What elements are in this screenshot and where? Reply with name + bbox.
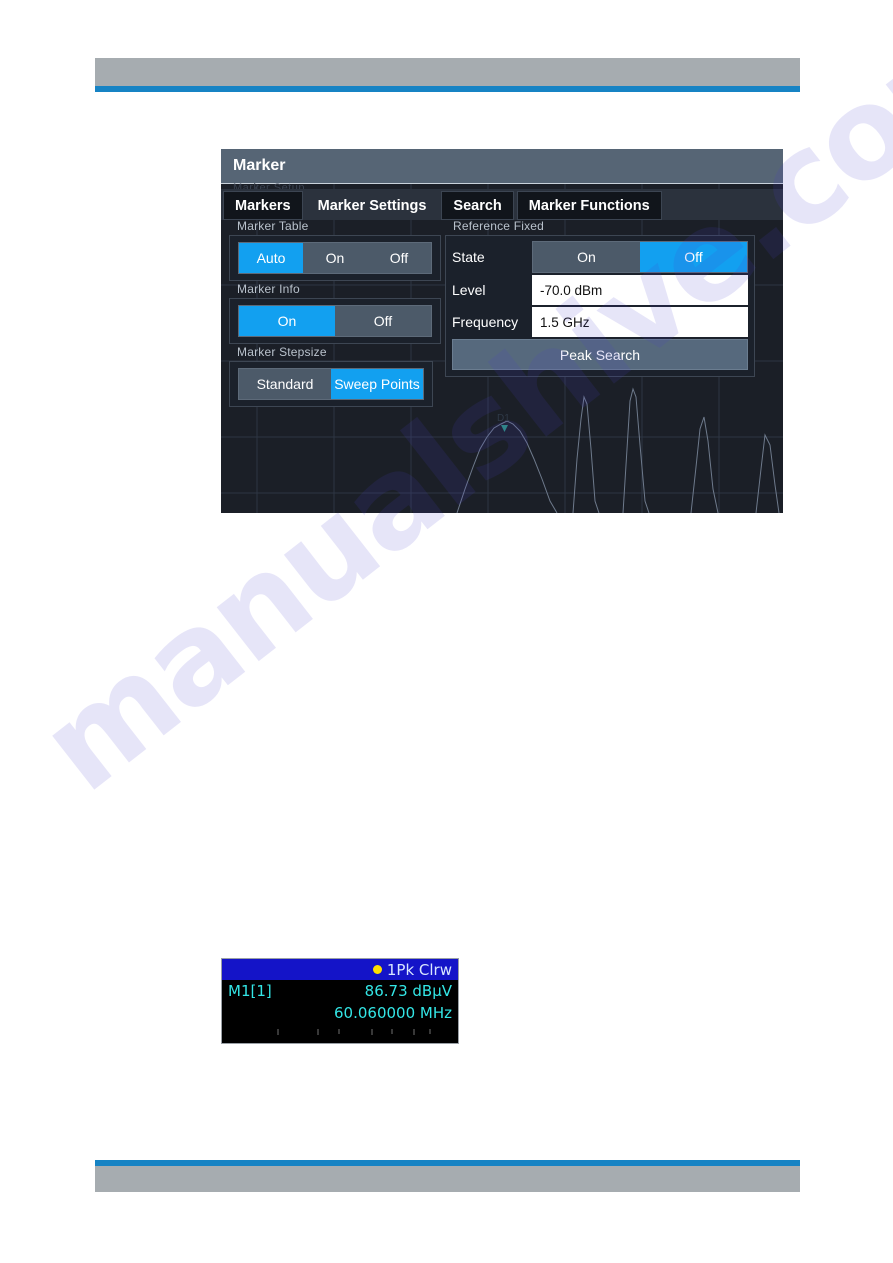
reference-fixed-level-input[interactable]: -70.0 dBm [532,275,748,305]
spectrum-spike-4 [755,433,780,513]
marker-triangle-icon [501,425,508,432]
reference-fixed-frequency-label: Frequency [452,314,519,330]
reference-fixed-frequency-value: 1.5 GHz [540,314,590,330]
marker-stepsize-option-sweep-points[interactable]: Sweep Points [331,369,423,399]
marker-table-option-auto-label: Auto [256,250,286,266]
page-footer-band [95,1166,800,1192]
tab-marker-functions[interactable]: Marker Functions [516,191,662,220]
marker-info-frequency-value: 60.060000 MHz [334,1004,452,1022]
marker-info-option-off[interactable]: Off [335,306,431,336]
marker-info-frequency-row: 60.060000 MHz [222,1002,458,1024]
reference-fixed-state-option-on-label: On [577,249,596,265]
tab-markers-label: Markers [235,197,291,214]
marker-info-level-value: 86.73 dBµV [364,982,452,1000]
peak-search-button-label: Peak Search [559,346,641,363]
marker-info-option-on-label: On [277,313,297,329]
marker-table-option-on-label: On [325,250,345,266]
marker-info-group: On Off [229,298,441,344]
spectrum-spike-1 [572,395,600,513]
left-settings-column: Marker Table Auto On Off Marker Info On … [229,218,441,407]
marker-table-option-on[interactable]: On [303,243,367,273]
marker-info-marker-name: M1[1] [228,982,272,1000]
tab-search[interactable]: Search [441,191,514,220]
marker-info-option-off-label: Off [373,313,393,329]
dialog-body: Marker Table Auto On Off Marker Info On … [221,218,783,407]
marker-info-trace-label: 1Pk Clrw [386,960,452,979]
marker-stepsize-option-standard[interactable]: Standard [239,369,331,399]
trace-color-dot-icon [372,965,382,974]
reference-fixed-frequency-input[interactable]: 1.5 GHz [532,307,748,337]
tab-marker-functions-label: Marker Functions [528,197,650,214]
marker-info-tick-marks [277,1029,431,1035]
marker-stepsize-segmented-control[interactable]: Standard Sweep Points [238,368,424,400]
dialog-title-bar: Marker [221,149,783,184]
reference-fixed-state-option-off-label: Off [684,249,703,265]
page-watermark: manualshive.com [15,0,893,1050]
page-header-rule [95,86,800,92]
marker-stepsize-option-sweep-points-label: Sweep Points [334,376,420,392]
reference-fixed-group: State On Off Level -70.0 dBm Frequency 1… [445,235,755,377]
reference-fixed-state-label: State [452,249,485,265]
page-header-band [95,58,800,86]
dialog-title-text: Marker [233,157,286,174]
marker-table-segmented-control[interactable]: Auto On Off [238,242,432,274]
reference-fixed-level-label: Level [452,282,486,298]
marker-d1-label: D1 [497,413,510,424]
marker-info-readout-box: 1Pk Clrw M1[1] 86.73 dBµV 60.060000 MHz [221,958,459,1044]
marker-table-group: Auto On Off [229,235,441,281]
dialog-tab-strip: Markers Marker Settings Search Marker Fu… [221,189,783,220]
reference-fixed-state-option-on[interactable]: On [533,242,640,272]
tab-markers[interactable]: Markers [223,191,303,220]
marker-info-segmented-control[interactable]: On Off [238,305,432,337]
marker-stepsize-option-standard-label: Standard [256,376,314,392]
marker-table-group-label: Marker Table [237,219,309,233]
marker-table-option-auto[interactable]: Auto [239,243,303,273]
marker-info-group-label: Marker Info [237,282,300,296]
reference-fixed-column: Reference Fixed State On Off Level -70.0… [445,218,755,377]
marker-table-option-off[interactable]: Off [367,243,431,273]
marker-info-option-on[interactable]: On [239,306,335,336]
tab-marker-settings-label: Marker Settings [317,197,427,214]
spectrum-peak-curve [456,420,558,513]
spectrum-spike-2 [622,387,650,513]
reference-fixed-group-label: Reference Fixed [453,219,545,233]
peak-search-button[interactable]: Peak Search [452,339,748,370]
reference-fixed-state-option-off[interactable]: Off [640,242,747,272]
marker-info-trace-header: 1Pk Clrw [222,959,458,980]
tab-search-label: Search [453,197,502,214]
reference-fixed-level-row: Level -70.0 dBm [452,275,748,305]
marker-stepsize-group-label: Marker Stepsize [237,345,327,359]
reference-fixed-frequency-row: Frequency 1.5 GHz [452,307,748,337]
reference-fixed-state-row: State On Off [452,241,748,273]
reference-fixed-level-value: -70.0 dBm [540,282,603,298]
marker-table-option-off-label: Off [389,250,409,266]
instrument-screenshot: D1 Marker Marker Setup Markers Marker Se… [221,149,783,513]
marker-info-level-row: M1[1] 86.73 dBµV [222,980,458,1002]
spectrum-spike-3 [690,416,719,513]
reference-fixed-state-segmented-control[interactable]: On Off [532,241,748,273]
tab-marker-settings[interactable]: Marker Settings [305,191,439,220]
marker-stepsize-group: Standard Sweep Points [229,361,433,407]
